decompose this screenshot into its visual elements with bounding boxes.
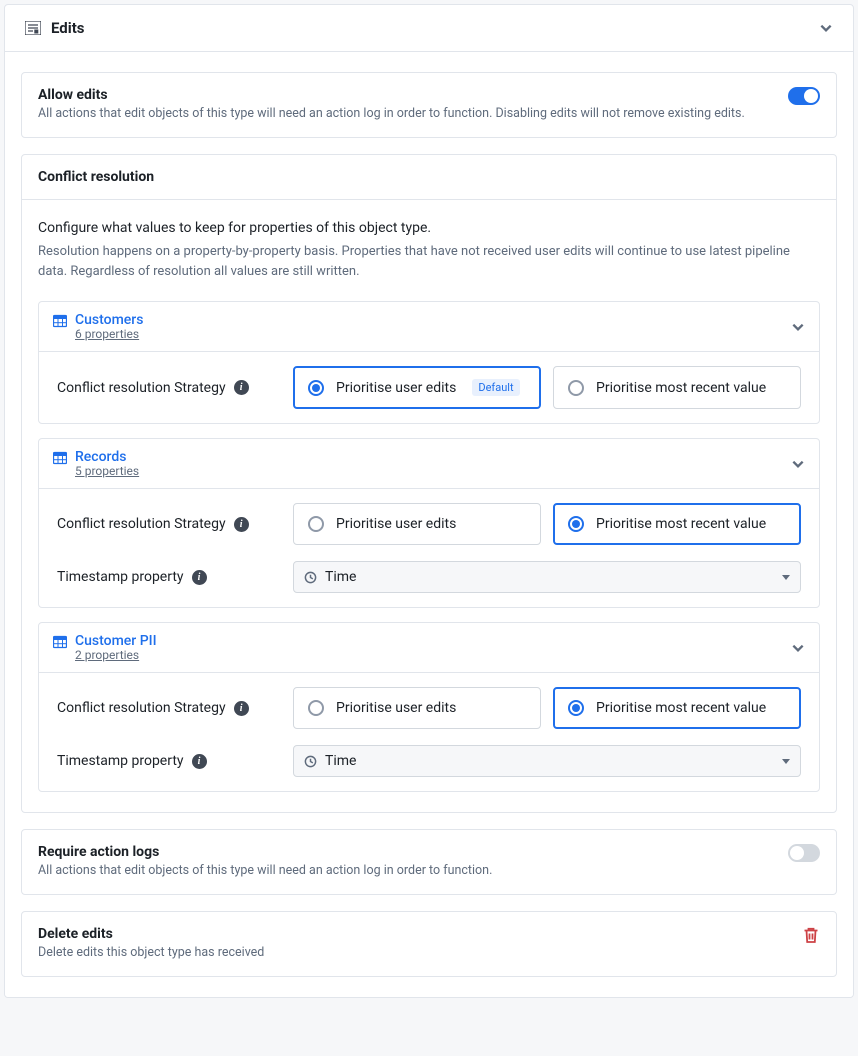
clock-icon [304,571,317,584]
clock-icon [304,755,317,768]
edits-panel: Edits Allow edits All actions that edit … [4,4,854,998]
allow-edits-toggle[interactable] [788,87,820,105]
radio-icon [568,516,584,532]
option-user-edits[interactable]: Prioritise user edits [293,687,541,729]
option-user-edits-label: Prioritise user edits [336,380,456,396]
timestamp-value: Time [325,569,356,585]
timestamp-select[interactable]: Time [293,745,801,777]
caret-down-icon [782,575,790,580]
conflict-intro-secondary: Resolution happens on a property-by-prop… [38,242,820,281]
dataset-pii-props[interactable]: 2 properties [75,648,157,662]
option-most-recent[interactable]: Prioritise most recent value [553,687,801,729]
radio-icon [308,700,324,716]
chevron-down-icon [791,320,805,334]
dataset-records-name[interactable]: Records [75,449,139,465]
dataset-records-header[interactable]: Records 5 properties [39,439,819,489]
panel-title: Edits [51,19,85,37]
delete-edits-title: Delete edits [38,926,264,942]
timestamp-label: Timestamp property [57,569,184,585]
dataset-customers: Customers 6 properties Conflict resoluti… [38,301,820,424]
info-icon[interactable]: i [234,380,249,395]
conflict-title: Conflict resolution [22,155,836,200]
conflict-resolution-card: Conflict resolution Configure what value… [21,154,837,813]
table-icon [53,635,67,649]
panel-header[interactable]: Edits [5,5,853,52]
dataset-pii: Customer PII 2 properties Conflict resol… [38,622,820,792]
dataset-pii-name[interactable]: Customer PII [75,633,157,649]
radio-icon [568,700,584,716]
require-logs-card: Require action logs All actions that edi… [21,829,837,895]
radio-icon [308,380,324,396]
radio-icon [568,380,584,396]
table-icon [53,451,67,465]
option-user-edits[interactable]: Prioritise user edits [293,503,541,545]
dataset-customers-name[interactable]: Customers [75,312,143,328]
conflict-intro-primary: Configure what values to keep for proper… [38,220,820,236]
option-most-recent-label: Prioritise most recent value [596,516,766,532]
info-icon[interactable]: i [192,754,207,769]
dataset-records: Records 5 properties Conflict resolution… [38,438,820,608]
info-icon[interactable]: i [234,701,249,716]
require-logs-desc: All actions that edit objects of this ty… [38,862,492,880]
timestamp-value: Time [325,753,356,769]
option-most-recent-label: Prioritise most recent value [596,700,766,716]
default-badge: Default [472,379,519,396]
timestamp-select[interactable]: Time [293,561,801,593]
dataset-pii-header[interactable]: Customer PII 2 properties [39,623,819,673]
dataset-customers-header[interactable]: Customers 6 properties [39,302,819,352]
delete-edits-card: Delete edits Delete edits this object ty… [21,911,837,977]
option-most-recent-label: Prioritise most recent value [596,380,766,396]
allow-edits-card: Allow edits All actions that edit object… [21,72,837,138]
chevron-down-icon [791,641,805,655]
edits-icon [25,21,41,35]
option-user-edits-label: Prioritise user edits [336,516,456,532]
caret-down-icon [782,759,790,764]
table-icon [53,314,67,328]
delete-edits-desc: Delete edits this object type has receiv… [38,944,264,962]
strategy-label: Conflict resolution Strategy [57,700,226,716]
option-user-edits-label: Prioritise user edits [336,700,456,716]
option-most-recent[interactable]: Prioritise most recent value [553,503,801,545]
chevron-down-icon [791,457,805,471]
require-logs-title: Require action logs [38,844,492,860]
option-user-edits[interactable]: Prioritise user edits Default [293,366,541,409]
require-logs-toggle[interactable] [788,844,820,862]
dataset-records-props[interactable]: 5 properties [75,464,139,478]
info-icon[interactable]: i [192,570,207,585]
option-most-recent[interactable]: Prioritise most recent value [553,366,801,409]
info-icon[interactable]: i [234,517,249,532]
radio-icon [308,516,324,532]
timestamp-label: Timestamp property [57,753,184,769]
allow-edits-desc: All actions that edit objects of this ty… [38,105,745,123]
dataset-customers-props[interactable]: 6 properties [75,327,143,341]
chevron-down-icon [819,21,833,35]
trash-icon[interactable] [802,926,820,944]
strategy-label: Conflict resolution Strategy [57,516,226,532]
strategy-label: Conflict resolution Strategy [57,380,226,396]
allow-edits-title: Allow edits [38,87,745,103]
